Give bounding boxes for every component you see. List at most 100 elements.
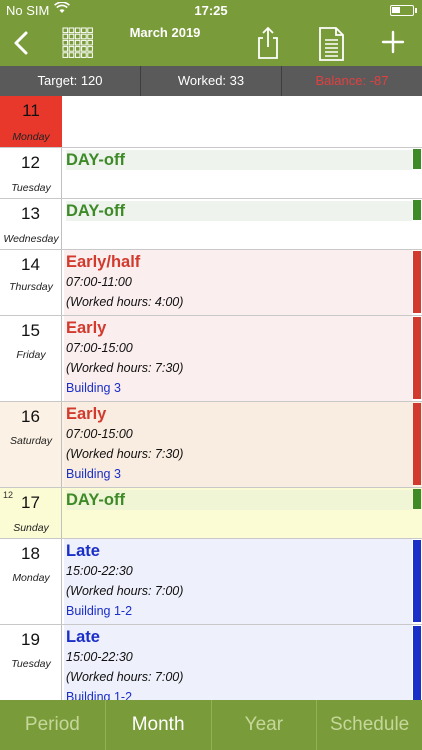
day-list: 11 Monday 12 Tuesday DAY-off 13 Wednesda… (0, 96, 422, 700)
shift-hours: (Worked hours: 7:00) (66, 670, 184, 684)
day-row[interactable]: 11 Monday (0, 96, 422, 148)
tab-schedule[interactable]: Schedule (317, 700, 422, 750)
date-number: 14 (21, 255, 40, 274)
shift-entry[interactable]: Early/half 07:00-11:00 (Worked hours: 4:… (64, 250, 412, 315)
shift-title: Late (66, 542, 100, 560)
shift-title: DAY-off (66, 150, 412, 170)
date-number: 12 (21, 153, 40, 172)
date-number: 13 (21, 204, 40, 223)
week-number: 12 (3, 490, 14, 500)
day-row[interactable]: 14 Thursday Early/half 07:00-11:00 (Work… (0, 250, 422, 316)
calendar-grid-button[interactable] (62, 27, 94, 59)
date-number: 15 (21, 321, 40, 340)
day-row[interactable]: 12 Tuesday DAY-off (0, 148, 422, 199)
shift-color-stripe (413, 251, 421, 313)
shift-hours: (Worked hours: 7:30) (66, 447, 184, 461)
share-icon (258, 26, 278, 59)
date-number: 11 (22, 101, 40, 120)
shift-entry[interactable]: DAY-off (64, 199, 412, 249)
date-cell: 13 Wednesday (0, 199, 62, 249)
shift-color-stripe (413, 149, 421, 169)
tab-period[interactable]: Period (0, 700, 106, 750)
calendar-grid-icon (62, 27, 93, 58)
weekday-label: Thursday (9, 281, 53, 293)
clock: 17:25 (194, 3, 228, 18)
balance-label: Balance: -87 (315, 73, 389, 88)
report-button[interactable] (316, 26, 346, 62)
shift-hours: (Worked hours: 7:00) (66, 584, 184, 598)
shift-entry[interactable]: Late 15:00-22:30 (Worked hours: 7:00) Bu… (64, 625, 412, 700)
document-icon (319, 27, 344, 61)
shift-hours: (Worked hours: 4:00) (66, 295, 184, 309)
date-cell: 18 Monday (0, 539, 62, 624)
shift-location: Building 3 (66, 381, 121, 395)
date-cell: 12 17 Sunday (0, 488, 62, 538)
shift-title: DAY-off (66, 490, 412, 510)
date-number: 19 (21, 630, 40, 649)
tab-year[interactable]: Year (212, 700, 318, 750)
weekday-label: Monday (12, 131, 50, 143)
date-cell: 12 Tuesday (0, 148, 62, 198)
shift-color-stripe (413, 626, 421, 700)
shift-location: Building 1-2 (66, 690, 133, 700)
weekday-label: Sunday (13, 522, 49, 534)
shift-color-stripe (413, 317, 421, 399)
shift-time: 15:00-22:30 (66, 650, 133, 664)
status-bar: No SIM 17:25 (0, 0, 422, 22)
weekday-label: Wednesday (3, 233, 59, 245)
shift-time: 15:00-22:30 (66, 564, 133, 578)
bottom-tab-bar: Period Month Year Schedule (0, 700, 422, 750)
back-button[interactable] (10, 28, 34, 58)
shift-entry[interactable]: DAY-off (64, 148, 412, 198)
date-cell: 16 Saturday (0, 402, 62, 487)
day-row[interactable]: 19 Tuesday Late 15:00-22:30 (Worked hour… (0, 625, 422, 700)
shift-entry[interactable]: Early 07:00-15:00 (Worked hours: 7:30) B… (64, 316, 412, 401)
worked-label: Worked: 33 (141, 66, 282, 96)
shift-title: DAY-off (66, 201, 412, 221)
weekday-label: Tuesday (11, 182, 51, 194)
shift-location: Building 1-2 (66, 604, 133, 618)
shift-title: Early (66, 405, 107, 423)
shift-time: 07:00-11:00 (66, 275, 132, 289)
battery-tip (415, 8, 417, 13)
date-cell-today: 11 Monday (0, 96, 62, 147)
shift-title: Late (66, 628, 100, 646)
day-row[interactable]: 13 Wednesday DAY-off (0, 199, 422, 250)
date-cell: 15 Friday (0, 316, 62, 401)
weekday-label: Tuesday (11, 658, 51, 670)
date-cell: 14 Thursday (0, 250, 62, 315)
shift-title: Early (66, 319, 107, 337)
shift-color-stripe (413, 200, 421, 220)
date-number: 18 (21, 544, 40, 563)
share-button[interactable] (254, 26, 282, 60)
day-row[interactable]: 12 17 Sunday DAY-off (0, 488, 422, 539)
summary-bar: Target: 120 Worked: 33 Balance: -87 (0, 66, 422, 96)
tab-month[interactable]: Month (106, 700, 212, 750)
shift-location: Building 3 (66, 467, 121, 481)
shift-hours: (Worked hours: 7:30) (66, 361, 184, 375)
day-row[interactable]: 16 Saturday Early 07:00-15:00 (Worked ho… (0, 402, 422, 488)
shift-entry[interactable]: DAY-off (64, 488, 412, 538)
plus-icon (381, 30, 405, 54)
weekday-label: Friday (16, 349, 46, 361)
date-number: 16 (21, 407, 40, 426)
day-row[interactable]: 15 Friday Early 07:00-15:00 (Worked hour… (0, 316, 422, 402)
date-cell: 19 Tuesday (0, 625, 62, 700)
weekday-label: Saturday (9, 435, 53, 447)
shift-time: 07:00-15:00 (66, 341, 133, 355)
shift-entry[interactable]: Late 15:00-22:30 (Worked hours: 7:00) Bu… (64, 539, 412, 624)
weekday-label: Monday (12, 572, 50, 584)
shift-color-stripe (413, 540, 421, 622)
shift-entry[interactable]: Early 07:00-15:00 (Worked hours: 7:30) B… (64, 402, 412, 487)
chevron-left-icon (14, 31, 28, 55)
shift-color-stripe (413, 489, 421, 509)
shift-color-stripe (413, 403, 421, 485)
day-row[interactable]: 18 Monday Late 15:00-22:30 (Worked hours… (0, 539, 422, 625)
top-bar: No SIM 17:25 March 2019 (0, 0, 422, 66)
target-label: Target: 120 (0, 66, 141, 96)
page-title: March 2019 (129, 25, 201, 40)
battery-icon (390, 5, 414, 16)
shift-time: 07:00-15:00 (66, 427, 133, 441)
shift-title: Early/half (66, 253, 141, 271)
add-button[interactable] (378, 27, 408, 57)
